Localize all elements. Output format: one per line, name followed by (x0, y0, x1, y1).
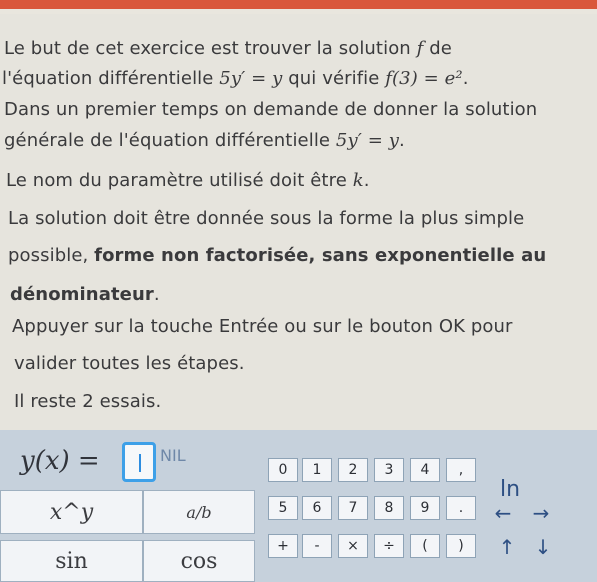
instruction-line-4: générale de l'équation différentielle 5y… (4, 130, 405, 151)
key-plus[interactable]: + (268, 534, 298, 558)
key-7[interactable]: 7 (338, 496, 368, 520)
fraction-key[interactable]: a/b (143, 490, 255, 534)
input-hint: NIL (160, 446, 186, 465)
key-1[interactable]: 1 (302, 458, 332, 482)
key-5[interactable]: 5 (268, 496, 298, 520)
key-9[interactable]: 9 (410, 496, 440, 520)
cos-key[interactable]: cos (143, 540, 255, 582)
instruction-line-9: Appuyer sur la touche Entrée ou sur le b… (12, 316, 513, 337)
instruction-line-5: Le nom du paramètre utilisé doit être k. (6, 170, 370, 191)
key-dot[interactable]: . (446, 496, 476, 520)
sin-key[interactable]: sin (0, 540, 143, 582)
instruction-line-6: La solution doit être donnée sous la for… (8, 208, 525, 229)
power-key[interactable]: x^y (0, 490, 143, 534)
instruction-line-3: Dans un premier temps on demande de donn… (4, 99, 538, 120)
instruction-line-8: dénominateur. (10, 284, 160, 305)
key-comma[interactable]: , (446, 458, 476, 482)
key-close-paren[interactable]: ) (446, 534, 476, 558)
key-minus[interactable]: - (302, 534, 332, 558)
attempts-remaining: Il reste 2 essais. (14, 391, 162, 412)
arrow-right-icon[interactable]: → (524, 501, 558, 525)
arrow-up-icon[interactable]: ↑ (490, 535, 524, 559)
key-8[interactable]: 8 (374, 496, 404, 520)
key-divide[interactable]: ÷ (374, 534, 404, 558)
ln-key[interactable]: ln (490, 476, 530, 502)
key-times[interactable]: × (338, 534, 368, 558)
input-caret (139, 454, 141, 472)
arrow-left-icon[interactable]: ← (486, 501, 520, 525)
key-6[interactable]: 6 (302, 496, 332, 520)
key-4[interactable]: 4 (410, 458, 440, 482)
key-3[interactable]: 3 (374, 458, 404, 482)
key-0[interactable]: 0 (268, 458, 298, 482)
answer-input[interactable] (122, 442, 156, 482)
instruction-line-10: valider toutes les étapes. (14, 353, 245, 374)
instruction-line-1: Le but de cet exercice est trouver la so… (4, 38, 452, 59)
arrow-down-icon[interactable]: ↓ (526, 535, 560, 559)
key-2[interactable]: 2 (338, 458, 368, 482)
instruction-line-2: l'équation différentielle 5y′ = y qui vé… (2, 68, 469, 89)
instruction-line-7: possible, forme non factorisée, sans exp… (8, 245, 547, 266)
key-open-paren[interactable]: ( (410, 534, 440, 558)
answer-label: y(x) = (20, 446, 100, 476)
